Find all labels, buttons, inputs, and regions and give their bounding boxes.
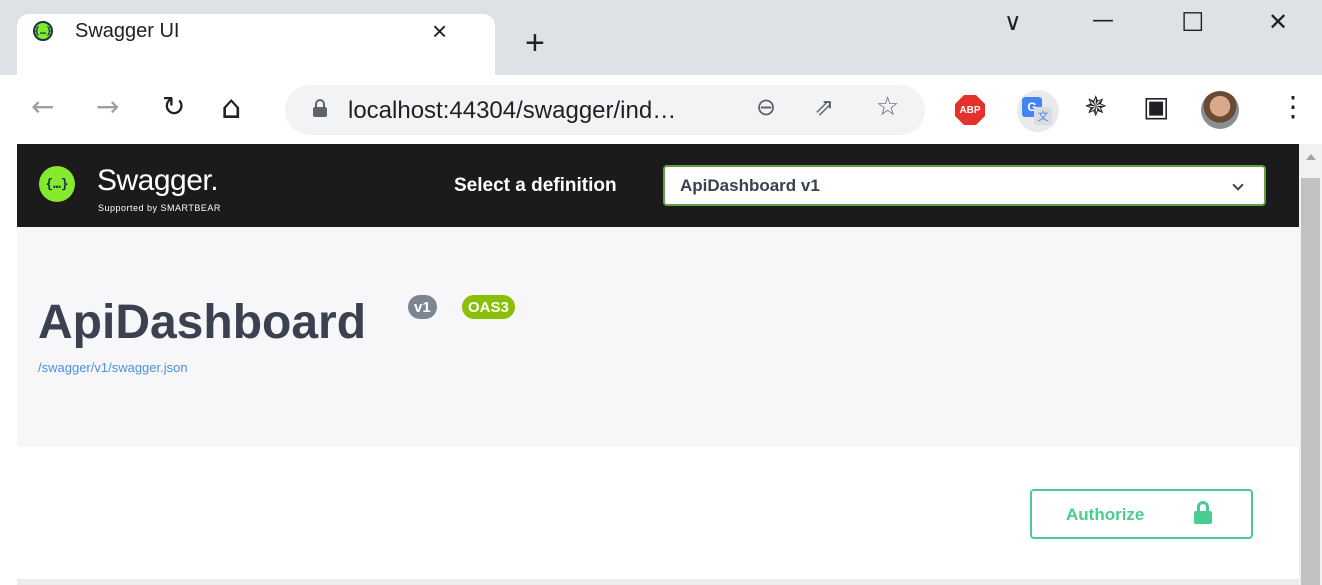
info-section: ApiDashboard v1 OAS3 /swagger/v1/swagger… — [17, 227, 1299, 447]
browser-menu-icon[interactable]: ⋮ — [1279, 91, 1307, 123]
select-definition-label: Select a definition — [454, 175, 617, 196]
adblock-plus-icon[interactable]: ABP — [955, 95, 985, 125]
lock-icon[interactable] — [313, 99, 327, 117]
zoom-icon[interactable]: ⊖ — [756, 91, 776, 123]
tab-title: Swagger UI — [75, 20, 180, 42]
new-tab-button[interactable]: + — [525, 26, 545, 60]
scroll-up-arrow-icon[interactable] — [1306, 154, 1316, 160]
extensions-puzzle-icon[interactable]: ✵ — [1084, 91, 1107, 123]
page-viewport: {…} Swagger. Supported by SMARTBEAR Sele… — [0, 144, 1322, 585]
page-title: ApiDashboard — [38, 296, 367, 349]
share-icon[interactable]: ⇗ — [814, 91, 834, 123]
swagger-favicon-icon: {…} — [33, 21, 53, 41]
scrollbar-thumb[interactable] — [1301, 178, 1320, 585]
browser-toolbar: ← → ↻ ⌂ localhost:44304/swagger/ind… ⊖ ⇗… — [0, 75, 1322, 144]
translate-text-glyph: 文 — [1034, 107, 1052, 125]
authorize-label: Authorize — [1066, 505, 1145, 524]
google-translate-icon[interactable]: G 文 — [1017, 90, 1059, 132]
authorize-button[interactable]: Authorize — [1030, 489, 1253, 539]
profile-avatar[interactable] — [1201, 91, 1239, 129]
close-window-button[interactable]: ✕ — [1268, 8, 1288, 36]
reload-icon[interactable]: ↻ — [162, 91, 185, 123]
address-url[interactable]: localhost:44304/swagger/ind… — [348, 97, 676, 125]
version-badge: v1 — [408, 295, 437, 319]
tab-close-icon[interactable]: × — [432, 16, 447, 47]
back-arrow-icon[interactable]: ← — [31, 91, 54, 123]
tab-strip: {…} Swagger UI × + ∨ — ☐ ✕ — [0, 0, 1322, 75]
swagger-logo-icon[interactable]: {…} — [39, 166, 75, 202]
minimize-button[interactable]: — — [1092, 8, 1114, 33]
maximize-button[interactable]: ☐ — [1181, 8, 1204, 38]
definition-select[interactable]: ApiDashboard v1 — [663, 165, 1266, 206]
swagger-brand-sub: Supported by SMARTBEAR — [98, 203, 221, 213]
padlock-icon — [1194, 501, 1212, 525]
swagger-brand[interactable]: Swagger. — [97, 164, 219, 198]
definition-select-value: ApiDashboard v1 — [680, 176, 820, 195]
oas-badge: OAS3 — [462, 295, 515, 319]
section-divider — [17, 579, 1299, 585]
forward-arrow-icon[interactable]: → — [96, 91, 119, 123]
chevron-down-icon — [1232, 179, 1244, 191]
side-panel-icon[interactable]: ▣ — [1143, 91, 1169, 123]
tab-search-dropdown-icon[interactable]: ∨ — [1004, 8, 1022, 36]
bookmark-star-icon[interactable]: ☆ — [876, 91, 899, 123]
swagger-json-link[interactable]: /swagger/v1/swagger.json — [38, 360, 188, 375]
home-icon[interactable]: ⌂ — [221, 91, 241, 123]
swagger-topbar: {…} Swagger. Supported by SMARTBEAR Sele… — [17, 144, 1299, 227]
